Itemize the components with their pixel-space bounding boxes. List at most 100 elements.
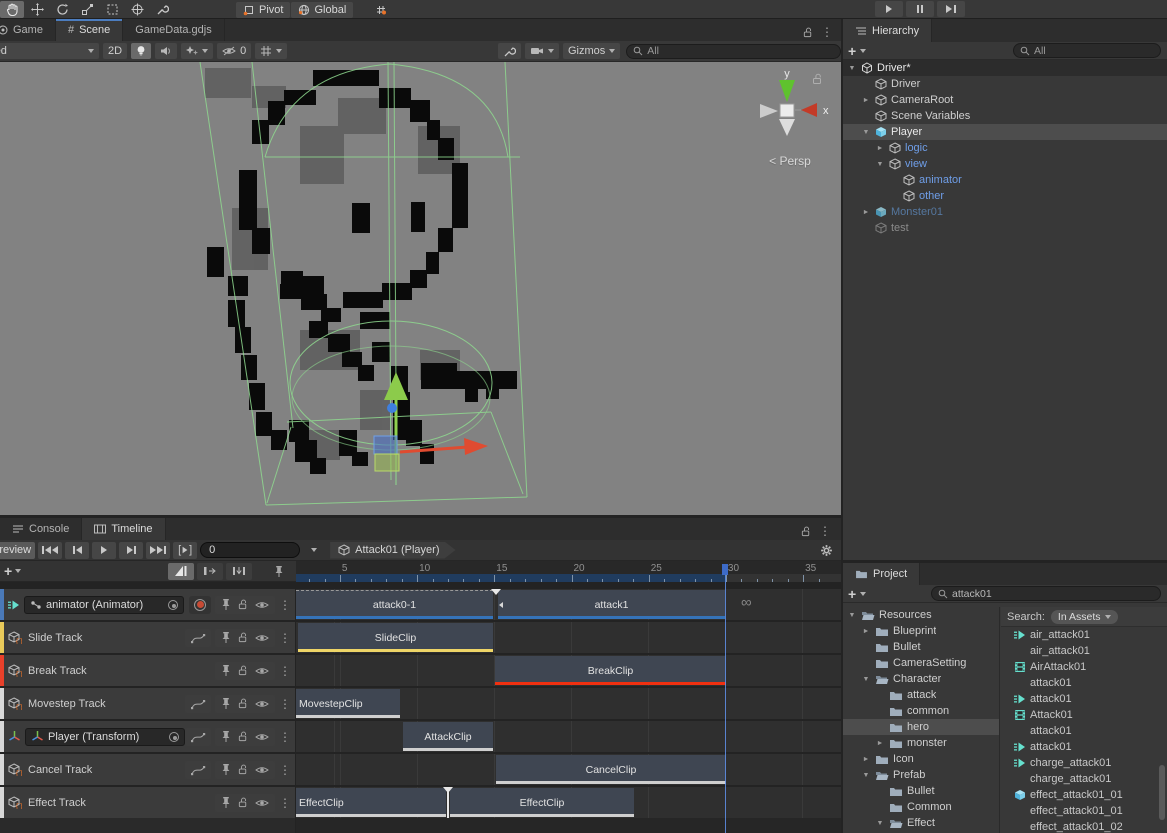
curves-button[interactable] [185, 728, 211, 746]
tab-console[interactable]: Console [0, 518, 82, 540]
track-header-player-transform[interactable]: Player (Transform)⋮ [0, 721, 295, 752]
track-menu-icon[interactable]: ⋮ [279, 796, 291, 810]
clip-movestepclip[interactable]: MovestepClip [296, 689, 400, 718]
panel-menu-icon[interactable]: ⋮ [821, 25, 833, 39]
result-effect-attack01-01[interactable]: effect_attack01_01 [1001, 787, 1167, 803]
scene-camera-dropdown[interactable] [525, 43, 559, 59]
goto-end-button[interactable] [146, 542, 170, 559]
add-asset-button[interactable]: + [848, 589, 856, 599]
add-object-button[interactable]: + [848, 46, 856, 56]
shading-dropdown[interactable]: Shaded [0, 43, 99, 59]
tab-scene[interactable]: #Scene [56, 19, 123, 41]
scene-tools-button[interactable] [498, 43, 521, 59]
pin-track-icon[interactable] [221, 631, 231, 644]
clip-attack1[interactable]: attack1 [498, 590, 725, 619]
track-object-field[interactable]: animator (Animator) [24, 596, 184, 614]
ripple-mode-button[interactable] [197, 563, 223, 580]
global-toggle-button[interactable]: Global [291, 2, 353, 18]
project-folder-icon[interactable]: ►Icon [843, 751, 999, 767]
lock-track-icon[interactable] [238, 698, 248, 709]
mute-track-eye-icon[interactable] [255, 633, 269, 643]
track-header-movestep-track[interactable]: {}Movestep Track⋮ [0, 688, 295, 719]
hierarchy-row-monster01[interactable]: ►Monster01 [843, 204, 1167, 220]
hierarchy-search-input[interactable]: All [1013, 43, 1161, 58]
track-lane-player-transform[interactable]: AttackClip [296, 721, 841, 752]
clip-breakclip[interactable]: BreakClip [495, 656, 726, 685]
clip-attack0-1[interactable]: attack0-1 [296, 590, 493, 619]
gizmos-dropdown[interactable]: Gizmos [563, 43, 620, 59]
hierarchy-row-test[interactable]: test [843, 220, 1167, 236]
pin-track-icon[interactable] [221, 730, 231, 743]
result-attack01[interactable]: attack01 [1001, 675, 1167, 691]
frame-options-dropdown[interactable] [311, 548, 317, 552]
track-menu-icon[interactable]: ⋮ [279, 631, 291, 645]
mute-track-eye-icon[interactable] [255, 798, 269, 808]
frame-field[interactable]: 0 [200, 542, 300, 558]
expand-arrow[interactable]: ► [861, 756, 871, 763]
add-track-button[interactable]: + [4, 566, 12, 576]
pin-track-icon[interactable] [221, 697, 231, 710]
panel-lock-icon[interactable] [801, 526, 811, 537]
hierarchy-row-other[interactable]: other [843, 188, 1167, 204]
track-header-effect-track[interactable]: {}Effect Track⋮ [0, 787, 295, 818]
track-object-field[interactable]: Player (Transform) [25, 728, 185, 746]
panel-menu-icon[interactable]: ⋮ [819, 524, 831, 538]
view-lock-icon[interactable] [812, 73, 823, 85]
hidden-objects-button[interactable]: 0 [217, 43, 251, 59]
projection-label[interactable]: < Persp [750, 154, 830, 168]
play-range-button[interactable]: [] [173, 542, 197, 559]
hierarchy-row-view[interactable]: ▼view [843, 156, 1167, 172]
expand-arrow[interactable]: ▼ [861, 676, 871, 683]
track-header-cancel-track[interactable]: {}Cancel Track⋮ [0, 754, 295, 785]
expand-arrow[interactable]: ▼ [875, 820, 885, 827]
panel-lock-icon[interactable] [803, 27, 813, 38]
lighting-toggle-button[interactable] [131, 43, 151, 59]
tab-game[interactable]: Game [0, 19, 56, 41]
object-picker-icon[interactable] [168, 600, 178, 610]
result-effect-attack01-01[interactable]: effect_attack01_01 [1001, 803, 1167, 819]
hierarchy-row-animator[interactable]: animator [843, 172, 1167, 188]
rotate-tool-button[interactable] [50, 1, 74, 18]
expand-arrow[interactable]: ► [875, 145, 885, 152]
previous-frame-button[interactable] [65, 542, 89, 559]
clip-effectclip[interactable]: EffectClip [296, 788, 446, 817]
mute-track-eye-icon[interactable] [255, 699, 269, 709]
tab-hierarchy[interactable]: Hierarchy [843, 19, 932, 42]
track-header-break-track[interactable]: {}Break Track⋮ [0, 655, 295, 686]
result-attack01[interactable]: Attack01 [1001, 707, 1167, 723]
project-folder-common[interactable]: common [843, 703, 999, 719]
search-scope-dropdown[interactable]: In Assets [1051, 610, 1118, 624]
next-frame-button[interactable] [119, 542, 143, 559]
project-folder-effect[interactable]: ▼Effect [843, 815, 999, 831]
expand-arrow[interactable]: ► [861, 628, 871, 635]
object-picker-icon[interactable] [169, 732, 179, 742]
tab-gamedata[interactable]: GameData.gdjs [123, 19, 224, 41]
pin-track-icon[interactable] [221, 796, 231, 809]
effects-dropdown[interactable] [181, 43, 213, 59]
track-lane-break-track[interactable]: BreakClip [296, 655, 841, 686]
grid-visibility-dropdown[interactable] [255, 43, 287, 59]
clip-slideclip[interactable]: SlideClip [298, 623, 493, 652]
step-button[interactable] [937, 1, 965, 17]
track-menu-icon[interactable]: ⋮ [279, 598, 291, 612]
project-folder-common[interactable]: Common [843, 799, 999, 815]
tab-project[interactable]: Project [843, 563, 920, 585]
result-charge-attack01[interactable]: charge_attack01 [1001, 771, 1167, 787]
track-lane-effect-track[interactable]: EffectClipEffectClip [296, 787, 841, 818]
pin-track-icon[interactable] [221, 598, 231, 611]
track-lane-movestep-track[interactable]: MovestepClip [296, 688, 841, 719]
lock-track-icon[interactable] [238, 665, 248, 676]
track-menu-icon[interactable]: ⋮ [279, 697, 291, 711]
project-folder-hero[interactable]: hero [843, 719, 999, 735]
hierarchy-row-logic[interactable]: ►logic [843, 140, 1167, 156]
result-effect-attack01-02[interactable]: effect_attack01_02 [1001, 819, 1167, 833]
timeline-breadcrumb[interactable]: Attack01 (Player) [330, 542, 455, 559]
timeline-play-button[interactable] [92, 542, 116, 559]
project-folder-attack[interactable]: attack [843, 687, 999, 703]
curves-button[interactable] [185, 629, 211, 647]
hierarchy-row-driver[interactable]: ▼Driver* [843, 60, 1167, 76]
tab-timeline[interactable]: Timeline [82, 518, 165, 540]
clip-effectclip[interactable]: EffectClip [450, 788, 634, 817]
timeline-marker-icon[interactable] [443, 787, 453, 793]
result-charge-attack01[interactable]: charge_attack01 [1001, 755, 1167, 771]
